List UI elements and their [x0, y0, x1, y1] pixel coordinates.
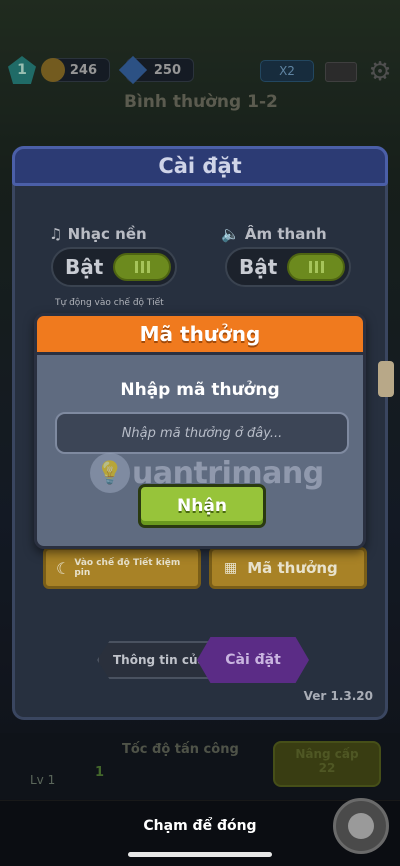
side-tab[interactable]: [378, 361, 394, 397]
moon-icon: ☾: [56, 558, 71, 578]
reward-code-input[interactable]: [55, 412, 349, 454]
battery-saver-label: Vào chế độ Tiết kiệm pin: [74, 558, 181, 578]
battery-saver-button[interactable]: ☾ Vào chế độ Tiết kiệm pin: [43, 547, 201, 589]
dialog-prompt: Nhập mã thưởng: [120, 380, 280, 400]
home-indicator: [128, 852, 272, 857]
music-toggle-knob: [113, 253, 171, 281]
version-label: Ver 1.3.20: [303, 689, 373, 703]
music-label-text: Nhạc nền: [67, 225, 147, 243]
sound-label: 🔈 Âm thanh: [221, 225, 327, 243]
sound-label-text: Âm thanh: [244, 225, 327, 243]
close-hint[interactable]: Chạm để đóng: [0, 818, 400, 834]
sound-toggle[interactable]: Bật: [225, 247, 351, 287]
reward-code-dialog: Mã thưởng Nhập mã thưởng Nhận: [34, 313, 366, 549]
watermark: 💡 uantrimang: [90, 453, 324, 493]
lightbulb-icon: 💡: [90, 453, 130, 493]
music-note-icon: ♫: [49, 225, 68, 243]
tab-settings[interactable]: Cài đặt: [197, 637, 309, 683]
settings-tabs: Thông tin của tôi Cài đặt: [97, 637, 311, 683]
music-toggle-state: Bật: [65, 255, 104, 279]
music-label: ♫ Nhạc nền: [49, 225, 147, 243]
music-toggle[interactable]: Bật: [51, 247, 177, 287]
watermark-text: uantrimang: [132, 455, 324, 491]
sound-toggle-knob: [287, 253, 345, 281]
speaker-icon: 🔈: [221, 225, 245, 243]
auto-battery-saver-text: Tự động vào chế độ Tiết: [55, 298, 164, 308]
dialog-title: Mã thưởng: [34, 313, 366, 355]
settings-title: Cài đặt: [12, 146, 388, 186]
gift-icon: ▦: [224, 560, 238, 576]
reward-code-button[interactable]: ▦ Mã thưởng: [209, 547, 367, 589]
sound-toggle-state: Bật: [239, 255, 278, 279]
reward-code-label: Mã thưởng: [247, 559, 338, 577]
